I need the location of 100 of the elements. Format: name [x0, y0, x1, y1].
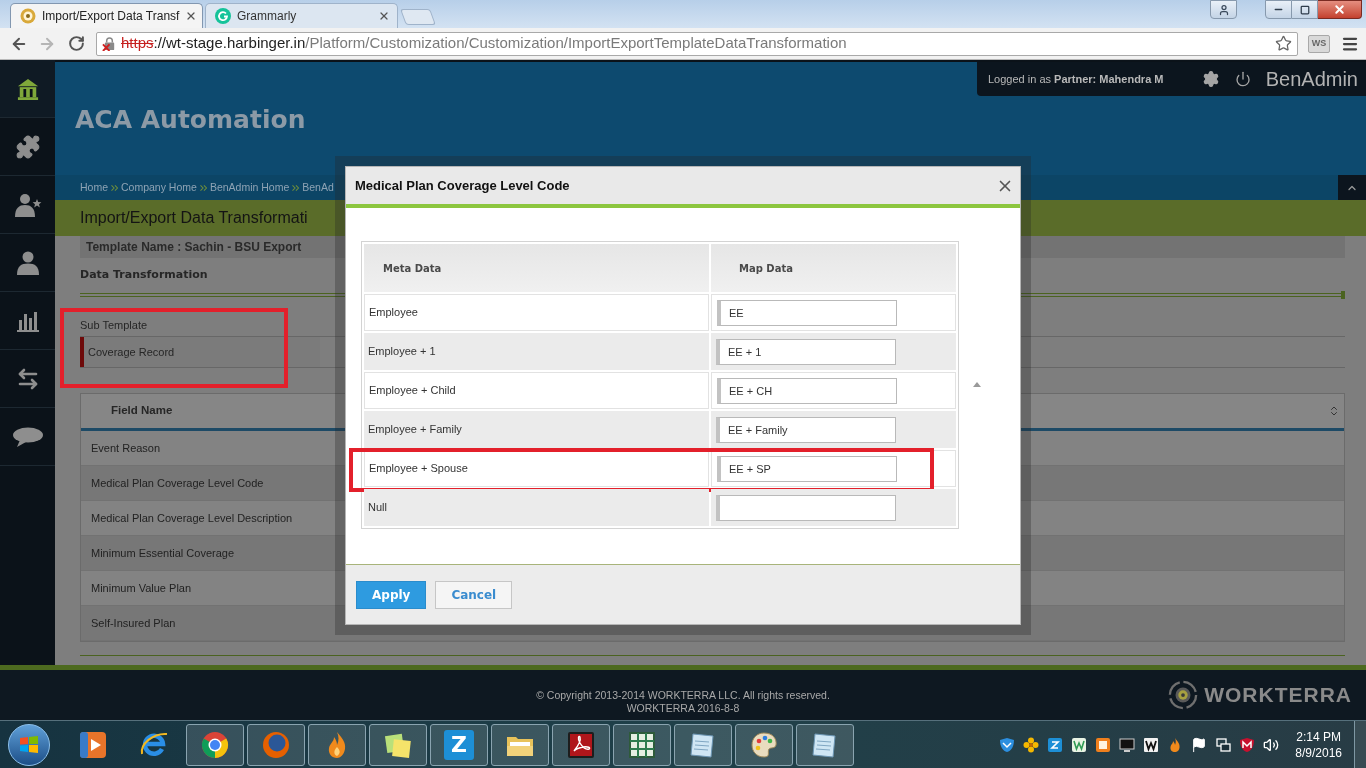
extension-button[interactable]: WS	[1308, 34, 1330, 53]
breadcrumb-separator-icon	[111, 184, 118, 191]
page-title: Import/Export Data Transformati	[80, 208, 308, 228]
flower-icon[interactable]	[1023, 736, 1040, 753]
table-cell: Employee + 1	[364, 333, 709, 370]
breadcrumb-separator-icon	[292, 184, 300, 191]
letter-tile-logo: Z	[444, 729, 474, 760]
table-cell-text: Medical Plan Coverage Level Code	[91, 475, 264, 491]
shield-icon[interactable]	[999, 736, 1016, 753]
column-header: Meta Data	[364, 244, 709, 292]
flag-icon[interactable]	[1191, 736, 1208, 753]
table-cell: Employee + Family	[364, 411, 709, 448]
security-shield-icon[interactable]	[1239, 736, 1256, 753]
screens-icon[interactable]	[1215, 736, 1232, 753]
person-star-icon	[13, 192, 42, 217]
taskbar-app-button[interactable]	[674, 723, 732, 766]
taskbar-app-button[interactable]	[613, 723, 671, 766]
browser-tab[interactable]: Grammarly	[205, 3, 398, 28]
table-cell: Employee	[364, 294, 709, 331]
house-icon	[16, 77, 39, 100]
map-data-field[interactable]	[716, 494, 896, 521]
breadcrumb-link[interactable]: BenAd	[302, 179, 334, 196]
palette-icon	[749, 729, 779, 760]
breadcrumb-link[interactable]: Company Home	[121, 179, 197, 196]
play-tile-icon	[78, 729, 108, 760]
column-heading: Field Name	[111, 403, 173, 419]
browser-tab[interactable]: Import/Export Data Transf	[10, 3, 203, 28]
close-icon	[378, 10, 390, 22]
person-icon	[1217, 3, 1230, 16]
map-data-field[interactable]: EE + CH	[717, 377, 897, 404]
star-icon	[1274, 35, 1292, 52]
table-cell: Null	[364, 489, 709, 526]
app-tile-icon[interactable]	[1143, 736, 1160, 753]
breadcrumb-separator-icon	[199, 184, 207, 191]
settings-button[interactable]	[1201, 70, 1220, 88]
brand-logo-text: WORKTERRA	[1204, 682, 1352, 709]
bookmark-star-button[interactable]	[1273, 33, 1293, 54]
table-cell: Employee + Child	[364, 372, 709, 409]
taskbar-app-button[interactable]	[796, 723, 854, 766]
taskbar-app-button[interactable]	[491, 723, 549, 766]
circle-logo-icon	[215, 8, 231, 24]
app-tile-icon[interactable]	[1071, 736, 1088, 753]
app-tile-icon[interactable]	[1095, 736, 1112, 753]
copyright-text: © Copyright 2013-2014 WORKTERRA LLC. All rights reserved.	[536, 689, 830, 702]
profile-button[interactable]	[1210, 0, 1237, 19]
breadcrumb-link[interactable]: BenAdmin Home	[209, 179, 290, 196]
table-cell-text: Minimum Essential Coverage	[91, 545, 235, 561]
table-cell-text: Event Reason	[91, 440, 161, 456]
insecure-lock-icon	[102, 36, 117, 51]
column-header: Map Data	[711, 244, 956, 292]
settings-icon	[1201, 70, 1220, 88]
reload-icon	[67, 35, 85, 52]
login-status-text: Logged in as Partner: Mahendra M	[988, 71, 1164, 87]
taskbar-app-button[interactable]	[735, 723, 793, 766]
apply-button[interactable]: Apply	[356, 580, 427, 609]
sidebar-nav-button[interactable]	[0, 60, 55, 118]
taskbar-app-button[interactable]	[247, 723, 305, 766]
scroll-up-icon[interactable]	[973, 382, 981, 387]
table-cell-text: Medical Plan Coverage Level Description	[91, 510, 293, 526]
clock-date: 8/9/2016	[1295, 744, 1342, 761]
cancel-button[interactable]: Cancel	[435, 580, 513, 609]
map-data-field[interactable]: EE + Family	[716, 416, 896, 443]
address-bar[interactable]: https://wt-stage.harbinger.in/Platform/Customization/Customization/ImportExportTemplateDataTransformation	[96, 31, 1298, 56]
power-button[interactable]	[1233, 70, 1252, 88]
table-cell-text: Minimum Value Plan	[91, 580, 192, 596]
build-version-text: WORKTERRA 2016-8-8	[626, 702, 740, 715]
template-name-text: Template Name : Sachin - BSU Export	[86, 239, 302, 256]
table-cell-text: Self-Insured Plan	[91, 615, 176, 631]
swirl-tile-icon	[566, 729, 596, 760]
breadcrumb-link[interactable]: Home	[80, 179, 108, 196]
power-icon	[1234, 71, 1251, 87]
show-desktop-button[interactable]	[1354, 721, 1366, 768]
speech-bubble-icon	[11, 426, 44, 447]
map-data-field[interactable]: EE + 1	[716, 338, 896, 365]
sub-template-label: Sub Template	[80, 317, 148, 333]
map-data-field[interactable]: EE + SP	[717, 455, 897, 482]
monitor-icon[interactable]	[1119, 736, 1136, 753]
round-favicon-icon	[20, 8, 36, 24]
taskbar-app-button[interactable]	[552, 723, 610, 766]
taskbar-app-button[interactable]	[369, 723, 427, 766]
start-button[interactable]	[8, 723, 50, 766]
flag-logo-icon	[19, 734, 39, 755]
speaker-icon[interactable]	[1263, 736, 1280, 753]
app-title: ACA Automation	[75, 106, 306, 134]
round-app-icon	[261, 729, 291, 760]
maximize-button[interactable]	[1292, 0, 1318, 19]
close-icon	[1333, 3, 1346, 16]
url-text: https://wt-stage.harbinger.in/Platform/Customization/Customization/ImportExportTemplateDataTransformation	[121, 33, 848, 54]
puzzle-icon	[14, 133, 41, 160]
taskbar-app-button[interactable]: Z	[430, 723, 488, 766]
maximize-icon	[1299, 4, 1310, 15]
taskbar-app-button[interactable]	[186, 723, 244, 766]
map-data-field[interactable]: EE	[717, 299, 897, 326]
target-logo-icon	[1168, 680, 1199, 710]
sort-icon[interactable]	[1328, 405, 1340, 417]
window-close-button[interactable]	[1318, 0, 1362, 19]
product-name: BenAdmin	[1265, 67, 1358, 92]
app-tile-icon[interactable]	[1047, 736, 1064, 753]
taskbar-app-button[interactable]	[308, 723, 366, 766]
grid-app-icon	[627, 729, 657, 760]
